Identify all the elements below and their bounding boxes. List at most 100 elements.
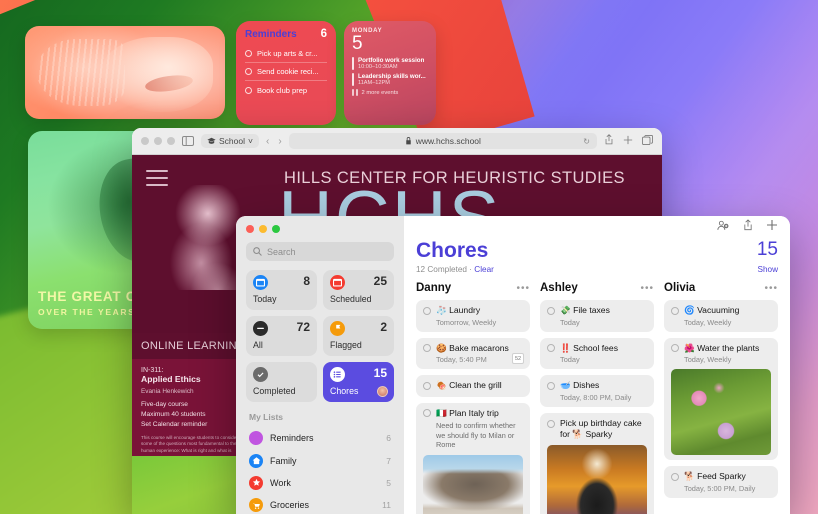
clear-button[interactable]: Clear [474, 265, 494, 274]
reminder-widget-item[interactable]: Pick up arts & cr... [245, 44, 327, 63]
checkbox-circle-icon[interactable] [423, 344, 431, 353]
calendar-event[interactable]: Leadership skills wor... 11AM–12PM [352, 73, 428, 87]
task-item[interactable]: 🧦 Laundry Tomorrow, Weekly [416, 300, 530, 332]
check-icon [253, 367, 268, 382]
address-bar[interactable]: www.hchs.school ↻ [288, 133, 597, 149]
show-button[interactable]: Show [758, 265, 778, 274]
course-name: Applied Ethics [141, 374, 201, 384]
column-menu-icon[interactable]: ••• [516, 283, 530, 294]
course-meta-line: Five-day course [141, 401, 188, 408]
checkbox-circle-icon[interactable] [245, 49, 252, 57]
task-title: 🌺 Water the plants [684, 342, 760, 353]
reminder-widget-item[interactable]: Book club prep [245, 81, 327, 99]
cart-icon [249, 498, 263, 513]
sidebar-item-count: 5 [386, 477, 391, 488]
search-input[interactable]: Search [246, 242, 394, 261]
browser-tab-school[interactable]: School ˅ [201, 134, 259, 148]
new-tab-icon[interactable] [623, 132, 633, 150]
smart-list-completed[interactable]: Completed [246, 362, 317, 402]
calendar-event-time: 10:00–10:30AM [358, 64, 398, 71]
calendar-event-title: Portfolio work session [358, 57, 425, 65]
checkbox-circle-icon[interactable] [547, 306, 555, 315]
sidebar-item-work[interactable]: Work 5 [246, 472, 394, 494]
chore-column-olivia: Olivia ••• 🌀 Vacuuming Today, Weekly 🌺 Water… [664, 282, 778, 514]
avatar[interactable] [377, 386, 388, 397]
task-item[interactable]: 🐕 Feed Sparky Today, 5:00 PM, Daily [664, 466, 778, 499]
chevron-down-icon[interactable]: ˅ [248, 136, 253, 146]
reminders-sidebar: Search 8 Today 25 Scheduled 72 All 2 Flagged Com… [236, 216, 404, 514]
checkbox-circle-icon[interactable] [547, 419, 555, 428]
smart-list-flagged[interactable]: 2 Flagged [323, 316, 394, 356]
task-badge[interactable]: 52 [512, 353, 524, 365]
reminders-app-window[interactable]: Search 8 Today 25 Scheduled 72 All 2 Flagged Com… [236, 216, 790, 514]
task-item[interactable]: ‼️ School fees Today [540, 337, 654, 370]
safari-right-buttons[interactable] [604, 132, 653, 150]
plus-icon[interactable] [766, 218, 778, 236]
reminders-toolbar[interactable] [416, 216, 778, 238]
photo-widget[interactable] [25, 26, 225, 119]
reminders-widget-header: Reminders 6 [245, 28, 327, 40]
column-name: Ashley [540, 282, 578, 294]
scheduled-icon [330, 275, 345, 290]
calendar-widget[interactable]: MONDAY 5 Portfolio work session 10:00–10:… [344, 21, 436, 125]
smart-list-scheduled[interactable]: 25 Scheduled [323, 270, 394, 310]
checkbox-circle-icon[interactable] [671, 344, 679, 353]
checkbox-circle-icon[interactable] [423, 409, 431, 418]
calendar-event[interactable]: Portfolio work session 10:00–10:30AM [352, 57, 428, 71]
smart-list-chores[interactable]: 15 Chores [323, 362, 394, 402]
browser-nav[interactable]: ‹ › [266, 136, 282, 147]
checkbox-circle-icon[interactable] [423, 381, 431, 390]
sidebar-item-groceries[interactable]: Groceries 11 [246, 494, 394, 514]
sidebar-toggle-icon[interactable] [182, 136, 194, 146]
task-title: 🐕 Feed Sparky [684, 471, 746, 482]
checkbox-circle-icon[interactable] [547, 344, 555, 353]
task-item[interactable]: 🌀 Vacuuming Today, Weekly [664, 300, 778, 332]
task-item[interactable]: 🥣 Dishes Today, 8:00 PM, Daily [540, 375, 654, 408]
reminder-widget-item[interactable]: Send cookie reci... [245, 63, 327, 81]
back-icon[interactable]: ‹ [266, 136, 269, 147]
task-item[interactable]: 🍪 Bake macarons Today, 5:40 PM 52 [416, 337, 530, 370]
task-item[interactable]: 🌺 Water the plants Today, Weekly [664, 337, 778, 461]
task-title: 🌀 Vacuuming [684, 305, 740, 315]
task-attachment-image[interactable] [423, 455, 523, 514]
task-attachment-image[interactable] [671, 369, 771, 456]
reminders-traffic-lights[interactable] [246, 225, 394, 233]
reminders-widget[interactable]: Reminders 6 Pick up arts & cr... Send coo… [236, 21, 336, 125]
sidebar-item-count: 7 [386, 455, 391, 466]
smart-list-label: All [253, 340, 263, 350]
checkbox-circle-icon[interactable] [423, 306, 431, 315]
reminder-widget-item-label: Send cookie reci... [257, 67, 319, 76]
forward-icon[interactable]: › [278, 136, 281, 147]
task-attachment-image[interactable] [547, 445, 647, 514]
window-traffic-lights[interactable] [141, 137, 175, 145]
smart-list-label: Today [253, 294, 277, 304]
column-menu-icon[interactable]: ••• [640, 283, 654, 294]
task-item[interactable]: 🇮🇹 Plan Italy trip Need to confirm whethe… [416, 402, 530, 514]
sidebar-item-family[interactable]: Family 7 [246, 449, 394, 471]
smart-list-today[interactable]: 8 Today [246, 270, 317, 310]
checkbox-circle-icon[interactable] [547, 381, 555, 390]
my-lists: Reminders6Family7Work5Groceries11Camping… [246, 427, 394, 514]
flag-icon [330, 321, 345, 336]
checkbox-circle-icon[interactable] [245, 68, 252, 75]
task-title: ‼️ School fees [560, 342, 618, 353]
search-placeholder: Search [267, 246, 296, 257]
hamburger-menu-icon[interactable] [146, 170, 168, 191]
share-icon[interactable] [604, 132, 614, 150]
sidebar-item-reminders[interactable]: Reminders 6 [246, 427, 394, 449]
share-icon[interactable] [743, 218, 753, 236]
calendar-more-events[interactable]: 2 more events [352, 89, 428, 97]
checkbox-circle-icon[interactable] [671, 472, 679, 481]
attachment-photo-dog [547, 445, 647, 514]
checkbox-circle-icon[interactable] [245, 86, 252, 94]
column-menu-icon[interactable]: ••• [764, 283, 778, 294]
add-person-icon[interactable] [717, 218, 730, 236]
tab-overview-icon[interactable] [642, 132, 653, 150]
task-item[interactable]: 💸 File taxes Today [540, 300, 654, 332]
reload-icon[interactable]: ↻ [583, 137, 590, 146]
smart-list-all[interactable]: 72 All [246, 316, 317, 356]
checkbox-circle-icon[interactable] [671, 306, 679, 315]
task-item[interactable]: Pick up birthday cake for 🐕 Sparky [540, 413, 654, 514]
reminder-widget-item-label: Book club prep [257, 85, 308, 95]
task-item[interactable]: 🍖 Clean the grill [416, 375, 530, 397]
